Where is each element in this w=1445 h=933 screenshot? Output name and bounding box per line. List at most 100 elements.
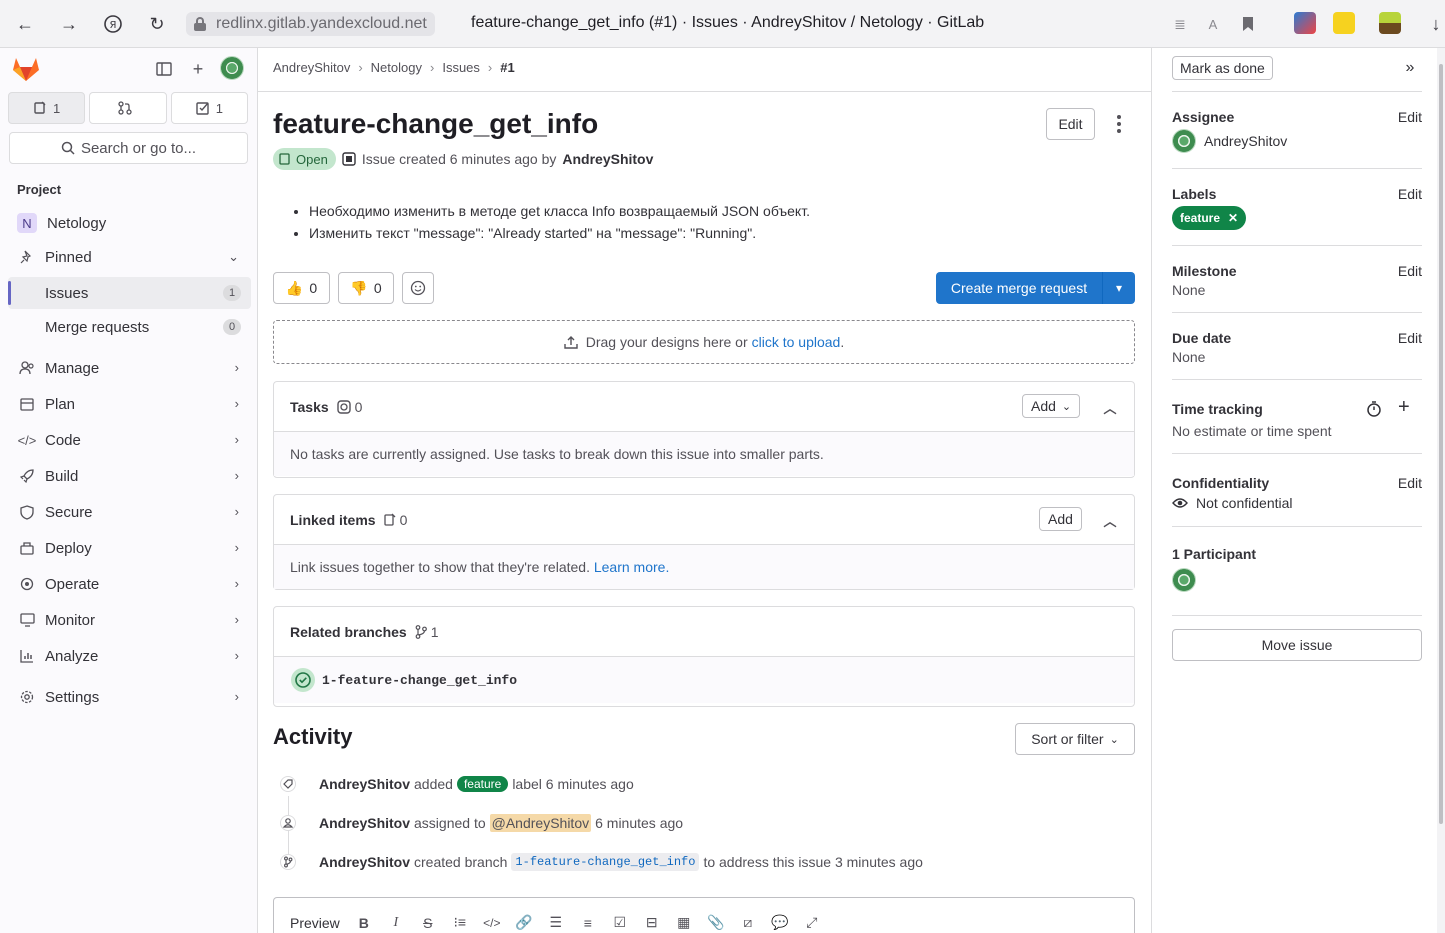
issues-counter[interactable]: 1 (8, 92, 86, 124)
collapse-sidebar-icon[interactable]: » (1400, 56, 1420, 80)
project-link[interactable]: N Netology (8, 207, 251, 239)
close-icon[interactable]: ✕ (1228, 211, 1238, 225)
download-icon[interactable]: ↓ (1424, 12, 1445, 36)
plus-icon[interactable]: + (1398, 396, 1410, 419)
italic-icon[interactable]: I (388, 915, 404, 931)
participants-title: 1 Participant (1172, 546, 1257, 562)
reader-icon[interactable]: ≣ (1168, 12, 1192, 36)
back-icon[interactable]: ← (13, 12, 37, 36)
collapsible-icon[interactable]: ⊟ (644, 914, 660, 931)
mark-as-done-button[interactable]: Mark as done (1172, 56, 1273, 80)
merge-request-counter[interactable] (89, 92, 167, 124)
pinned-section-toggle[interactable]: Pinned ⌄ (8, 241, 251, 273)
forward-icon[interactable]: → (57, 12, 81, 36)
scrollbar[interactable] (1437, 48, 1445, 933)
sidebar-item-monitor[interactable]: Monitor › (8, 604, 251, 636)
sort-filter-dropdown[interactable]: Sort or filter ⌄ (1015, 723, 1135, 755)
reload-icon[interactable]: ↻ (145, 12, 169, 36)
sidebar-item-build[interactable]: Build › (8, 460, 251, 492)
sidebar-item-manage[interactable]: Manage › (8, 352, 251, 384)
branch-link[interactable]: 1-feature-change_get_info (322, 673, 517, 688)
bullet-list-icon[interactable]: ☰ (548, 914, 564, 931)
chevron-up-icon[interactable]: ︿ (1098, 395, 1122, 419)
user-avatar[interactable] (220, 56, 244, 80)
bold-icon[interactable]: B (356, 915, 372, 931)
edit-assignee-button[interactable]: Edit (1398, 109, 1422, 125)
add-reaction-button[interactable] (402, 272, 434, 304)
attach-icon[interactable]: 📎 (707, 914, 724, 931)
page-title: feature-change_get_info (273, 108, 599, 139)
thumbs-down-button[interactable]: 👎 0 (338, 272, 394, 304)
move-issue-button[interactable]: Move issue (1172, 629, 1422, 661)
sidebar-item-secure[interactable]: Secure › (8, 496, 251, 528)
pipeline-success-icon[interactable] (290, 667, 316, 693)
task-list-icon[interactable]: ☑ (612, 914, 628, 931)
fullscreen-icon[interactable]: ⤢ (804, 914, 820, 931)
chevron-down-icon[interactable]: ▾ (1103, 272, 1135, 304)
branch-link[interactable]: 1-feature-change_get_info (511, 853, 700, 871)
sidebar-item-analyze[interactable]: Analyze › (8, 640, 251, 672)
user-mention[interactable]: @AndreyShitov (489, 814, 592, 832)
bookmark-icon[interactable] (1236, 12, 1260, 36)
chevron-up-icon[interactable]: ︿ (1098, 508, 1122, 532)
plus-icon[interactable]: + (186, 57, 210, 81)
todo-counter[interactable]: 1 (170, 92, 248, 124)
table-icon[interactable]: ▦ (676, 914, 692, 931)
comment-icon[interactable]: 💬 (771, 914, 788, 931)
label-badge[interactable]: feature ✕ (1172, 206, 1247, 230)
yandex-icon[interactable]: Я (101, 12, 125, 36)
link-icon[interactable]: 🔗 (515, 914, 532, 931)
breadcrumb-item[interactable]: Issues (442, 60, 480, 75)
create-merge-request-button[interactable]: Create merge request ▾ (936, 272, 1135, 304)
edit-title-button[interactable]: Edit (1046, 108, 1095, 140)
thumbs-up-button[interactable]: 👍 0 (273, 272, 330, 304)
sidebar-item-code[interactable]: </> Code › (8, 424, 251, 456)
upload-link[interactable]: click to upload (752, 334, 841, 350)
add-task-button[interactable]: Add ⌄ (1022, 394, 1081, 418)
stopwatch-icon[interactable] (1366, 400, 1382, 421)
extension-icon[interactable] (1333, 12, 1355, 34)
breadcrumb-item[interactable]: Netology (371, 60, 422, 75)
sidebar-item-merge-requests[interactable]: Merge requests 0 (8, 311, 251, 343)
quote-icon[interactable]: ⁝≡ (452, 914, 468, 931)
activity-user[interactable]: AndreyShitov (319, 815, 410, 831)
sidebar-item-deploy[interactable]: Deploy › (8, 532, 251, 564)
breadcrumb-current[interactable]: #1 (500, 60, 514, 75)
design-upload-dropzone[interactable]: Drag your designs here or click to uploa… (273, 320, 1135, 364)
scrollbar-thumb[interactable] (1439, 64, 1443, 824)
slash-command-icon[interactable]: ⧄ (740, 914, 756, 931)
search-input[interactable]: Search or go to... (9, 132, 248, 164)
author-link[interactable]: AndreyShitov (562, 151, 653, 167)
sidebar-toggle-icon[interactable] (152, 57, 176, 81)
assignee-value[interactable]: AndreyShitov (1172, 129, 1287, 153)
address-bar[interactable]: redlinx.gitlab.yandexcloud.net (186, 12, 435, 36)
edit-confidentiality-button[interactable]: Edit (1398, 475, 1422, 491)
learn-more-link[interactable]: Learn more. (594, 559, 669, 575)
add-linked-item-button[interactable]: Add (1039, 507, 1082, 531)
chevron-right-icon: › (429, 60, 435, 75)
sidebar-item-plan[interactable]: Plan › (8, 388, 251, 420)
sidebar-item-label: Deploy (45, 539, 92, 557)
extension-icon[interactable] (1294, 12, 1316, 34)
activity-user[interactable]: AndreyShitov (319, 854, 410, 870)
breadcrumb-item[interactable]: AndreyShitov (273, 60, 350, 75)
gitlab-logo-icon[interactable] (12, 56, 40, 82)
code-icon[interactable]: </> (483, 916, 500, 930)
label-badge[interactable]: feature (456, 776, 509, 792)
extension-icon[interactable] (1379, 12, 1401, 34)
preview-tab[interactable]: Preview (290, 915, 340, 931)
sidebar-item-issues[interactable]: Issues 1 (8, 277, 251, 309)
linked-empty-text: Link issues together to show that they'r… (290, 559, 590, 575)
translate-icon[interactable]: A (1201, 12, 1225, 36)
more-actions-icon[interactable] (1108, 108, 1130, 140)
sidebar-item-operate[interactable]: Operate › (8, 568, 251, 600)
activity-user[interactable]: AndreyShitov (319, 776, 410, 792)
strikethrough-icon[interactable]: S (420, 915, 436, 931)
participant-avatar[interactable] (1172, 568, 1196, 592)
edit-milestone-button[interactable]: Edit (1398, 263, 1422, 279)
sidebar-item-settings[interactable]: Settings › (8, 681, 251, 713)
due-date-section: Due date Edit None (1172, 313, 1422, 380)
numbered-list-icon[interactable]: ≡ (580, 915, 596, 931)
edit-labels-button[interactable]: Edit (1398, 186, 1422, 202)
edit-due-date-button[interactable]: Edit (1398, 330, 1422, 346)
